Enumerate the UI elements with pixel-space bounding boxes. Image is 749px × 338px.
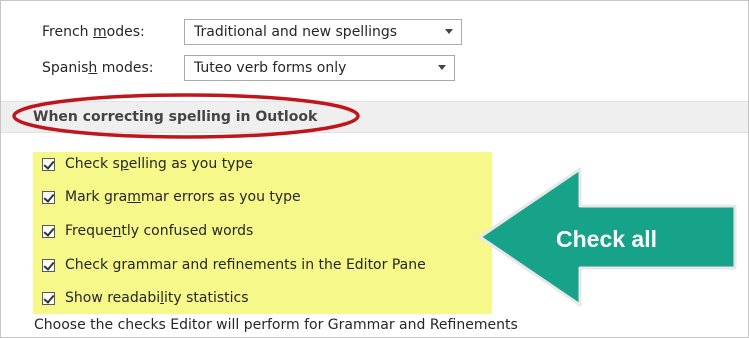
french-modes-value: Traditional and new spellings — [194, 24, 398, 40]
french-modes-dropdown[interactable]: Traditional and new spellings — [184, 19, 462, 45]
checkbox[interactable] — [42, 258, 55, 272]
checkmark-icon — [43, 224, 55, 237]
spanish-modes-dropdown[interactable]: Tuteo verb forms only — [184, 55, 455, 81]
grammar-refinements-option[interactable]: Check grammar and refinements in the Edi… — [42, 253, 426, 277]
checkbox[interactable] — [42, 157, 55, 171]
checkbox[interactable] — [42, 224, 55, 238]
readability-option[interactable]: Show readability statistics — [42, 286, 249, 310]
checkmark-icon — [43, 291, 55, 304]
chevron-down-icon — [445, 29, 453, 34]
checkmark-icon — [43, 258, 55, 271]
check-spelling-label: Check spelling as you type — [65, 156, 253, 172]
grammar-refinements-label: Check grammar and refinements in the Edi… — [65, 257, 426, 273]
proofing-options-panel: French modes: Traditional and new spelli… — [0, 0, 749, 338]
checkmark-icon — [43, 190, 55, 203]
french-modes-label: French modes: — [42, 24, 145, 40]
confused-words-option[interactable]: Frequently confused words — [42, 219, 253, 243]
readability-label: Show readability statistics — [65, 290, 249, 306]
confused-words-label: Frequently confused words — [65, 223, 254, 239]
callout-label: Check all — [556, 226, 657, 252]
spanish-modes-value: Tuteo verb forms only — [194, 60, 347, 76]
checkbox[interactable] — [42, 291, 55, 305]
checkmark-icon — [43, 157, 55, 170]
spanish-modes-label: Spanish modes: — [42, 60, 154, 76]
checkbox[interactable] — [42, 190, 55, 204]
chevron-down-icon — [438, 65, 446, 70]
mark-grammar-label: Mark grammar errors as you type — [65, 189, 301, 205]
check-spelling-option[interactable]: Check spelling as you type — [42, 152, 253, 176]
section-header: When correcting spelling in Outlook — [1, 101, 748, 133]
footer-text: Choose the checks Editor will perform fo… — [34, 317, 518, 333]
mark-grammar-option[interactable]: Mark grammar errors as you type — [42, 185, 301, 209]
section-title: When correcting spelling in Outlook — [33, 109, 318, 125]
